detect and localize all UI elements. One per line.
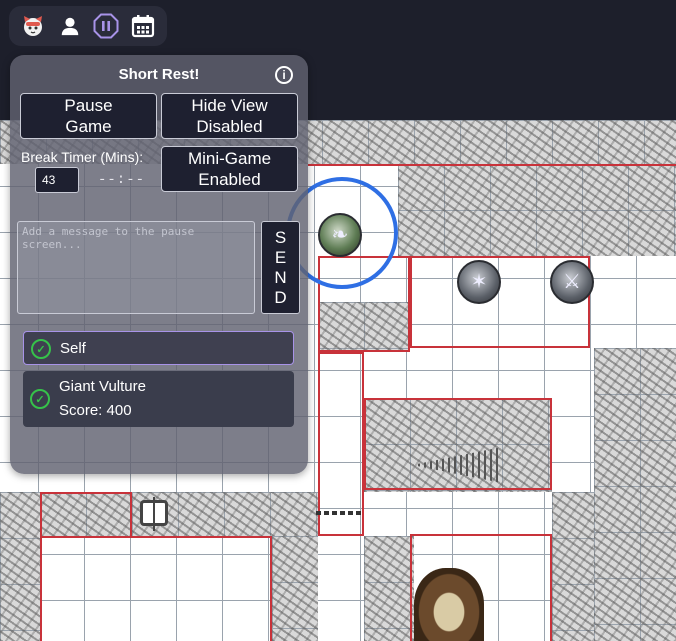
rock-terrain [552, 492, 594, 641]
wall-outline [308, 164, 676, 166]
leaf-icon: ❧ [331, 224, 349, 246]
mini-game-button[interactable]: Mini-Game Enabled [161, 146, 298, 192]
send-letter: S [274, 227, 287, 247]
wall-outline [318, 352, 364, 536]
wall-outline [40, 492, 132, 538]
boat-token[interactable] [414, 568, 484, 641]
rock-terrain [594, 348, 676, 641]
timer-display: --:-- [98, 172, 146, 188]
top-toolbar [9, 6, 167, 46]
rock-terrain [364, 536, 414, 641]
rock-terrain [0, 492, 40, 641]
wall-outline [40, 536, 272, 641]
break-timer-input[interactable] [35, 167, 79, 193]
player-name: Giant Vulture [59, 378, 146, 395]
send-letter: N [274, 267, 287, 287]
send-letter: E [274, 247, 287, 267]
wall-outline [364, 398, 552, 490]
player-score: Score: 400 [59, 402, 132, 419]
player-name: Self [60, 340, 86, 357]
pause-icon[interactable] [91, 11, 121, 41]
cat-face-icon[interactable] [18, 11, 48, 41]
calendar-icon[interactable] [128, 11, 158, 41]
leaf-token[interactable]: ❧ [318, 213, 362, 257]
rock-terrain [272, 536, 318, 641]
player-row-self[interactable]: ✓ Self [23, 331, 294, 365]
send-button[interactable]: S E N D [261, 221, 300, 314]
player-row-giant-vulture[interactable]: ✓ Giant Vulture Score: 400 [23, 371, 294, 427]
break-timer-label: Break Timer (Mins): [21, 149, 144, 165]
check-circle-icon: ✓ [30, 389, 50, 409]
check-circle-icon: ✓ [31, 339, 51, 359]
panel-title: Short Rest! [118, 66, 200, 83]
pause-game-button[interactable]: Pause Game [20, 93, 157, 139]
pause-message-input[interactable] [17, 221, 255, 314]
crossed-swords-icon: ⚔ [563, 271, 581, 293]
wing-token[interactable]: ✶ [457, 260, 501, 304]
pause-panel: Short Rest! i Pause Game Hide View Disab… [10, 55, 308, 474]
wing-icon: ✶ [470, 271, 488, 293]
info-icon[interactable]: i [275, 66, 293, 84]
door-icon[interactable] [140, 497, 168, 531]
rock-terrain [398, 164, 676, 256]
swords-token[interactable]: ⚔ [550, 260, 594, 304]
user-icon[interactable] [55, 11, 85, 41]
dashed-line [316, 511, 364, 515]
send-letter: D [274, 287, 287, 307]
hide-view-button[interactable]: Hide View Disabled [161, 93, 298, 139]
